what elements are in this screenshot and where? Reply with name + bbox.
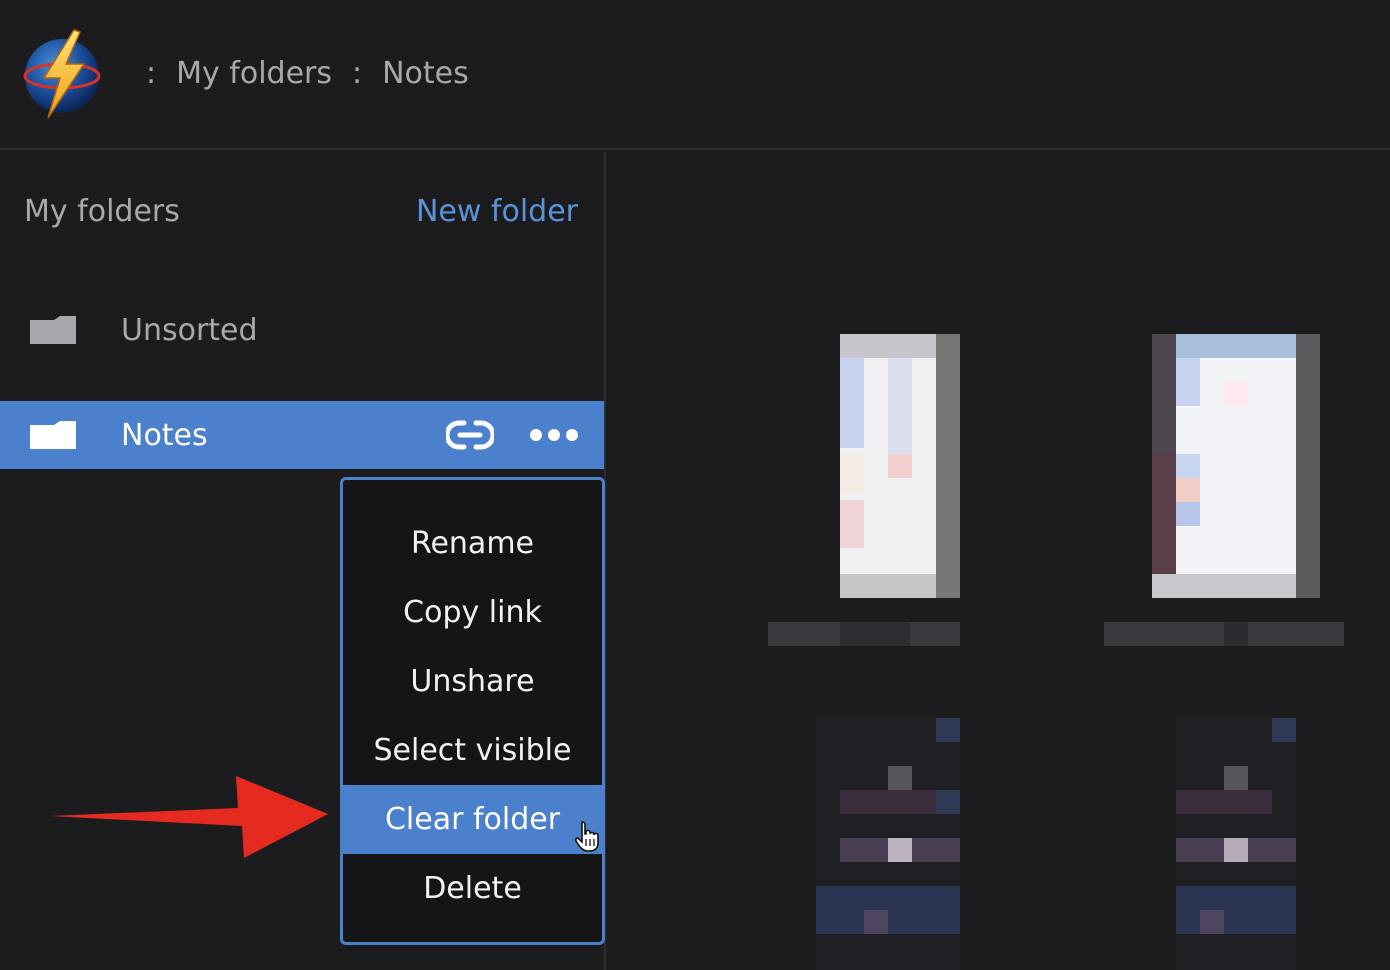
folder-icon: [30, 316, 76, 344]
sidebar-item-label: Unsorted: [121, 312, 258, 348]
red-arrow-annotation: [50, 776, 328, 858]
folder-icon: [30, 421, 76, 449]
thumbnail-caption: [768, 622, 960, 646]
sidebar-header: My folders New folder: [0, 152, 604, 272]
note-thumbnail[interactable]: [816, 718, 960, 970]
menu-item-unshare[interactable]: Unshare: [343, 647, 602, 716]
note-thumbnail[interactable]: [840, 334, 960, 598]
content-area: [608, 152, 1390, 970]
menu-item-copy-link[interactable]: Copy link: [343, 578, 602, 647]
note-thumbnail[interactable]: [1152, 334, 1320, 598]
sidebar-title: My folders: [24, 194, 180, 229]
note-thumbnail[interactable]: [1176, 718, 1296, 970]
app-logo-icon[interactable]: [22, 28, 104, 120]
sidebar-item-label: Notes: [121, 417, 208, 453]
more-dots-icon[interactable]: [528, 425, 580, 445]
new-folder-button[interactable]: New folder: [416, 194, 578, 229]
folder-context-menu: Rename Copy link Unshare Select visible …: [340, 477, 605, 945]
sidebar-item-notes[interactable]: Notes: [0, 401, 604, 469]
top-bar: : My folders : Notes: [0, 0, 1390, 150]
breadcrumb-separator: :: [146, 56, 157, 91]
breadcrumb-my-folders[interactable]: My folders: [176, 56, 332, 91]
sidebar-item-unsorted[interactable]: Unsorted: [0, 296, 604, 364]
menu-item-delete[interactable]: Delete: [343, 854, 602, 923]
breadcrumb: : My folders : Notes: [146, 56, 489, 91]
menu-item-select-visible[interactable]: Select visible: [343, 716, 602, 785]
menu-item-clear-folder[interactable]: Clear folder: [343, 785, 602, 854]
breadcrumb-separator: :: [352, 56, 363, 91]
menu-item-rename[interactable]: Rename: [343, 509, 602, 578]
breadcrumb-notes[interactable]: Notes: [382, 56, 469, 91]
hand-pointer-icon: [574, 821, 599, 852]
link-icon[interactable]: [446, 418, 494, 452]
thumbnail-caption: [1104, 622, 1344, 646]
